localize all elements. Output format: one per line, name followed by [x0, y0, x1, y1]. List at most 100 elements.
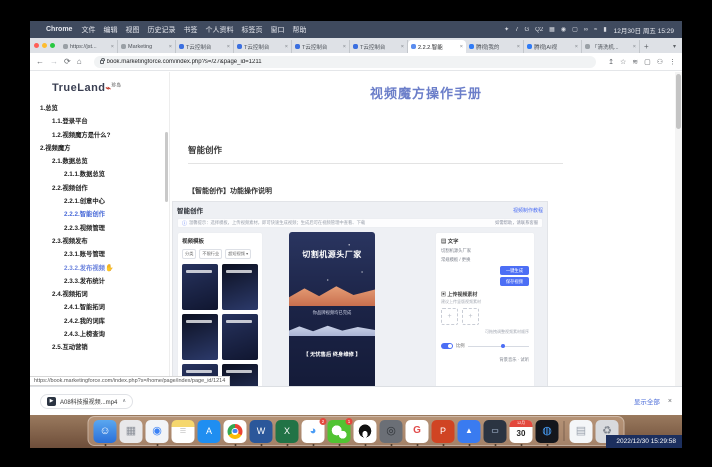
- toc-item[interactable]: 2.1.1.数据总览: [30, 168, 169, 181]
- toc-item[interactable]: 2.5.互动营销: [30, 341, 169, 354]
- finder-icon[interactable]: ☺: [94, 420, 117, 443]
- download-item[interactable]: ▶ A08科技报视频...mp4 ∧: [40, 394, 133, 409]
- browser-tab[interactable]: 腾视|我的×: [466, 40, 524, 53]
- assistant-icon[interactable]: ✦: [504, 26, 509, 33]
- calendar-icon[interactable]: 12月30: [510, 420, 533, 443]
- minimize-window-button[interactable]: [42, 43, 47, 48]
- grid-icon[interactable]: ▦: [549, 26, 555, 33]
- download-options-chevron-icon[interactable]: ∧: [122, 398, 126, 404]
- toc-item[interactable]: 2.3.视频发布: [30, 235, 169, 248]
- display-icon[interactable]: ▢: [572, 26, 578, 33]
- tab-close-icon[interactable]: ×: [517, 44, 520, 50]
- messages-icon[interactable]: ◕2: [302, 420, 325, 443]
- downloads-icon[interactable]: ▤: [570, 420, 593, 443]
- toc-item[interactable]: 1.1.登录平台: [30, 115, 169, 128]
- browser-tab[interactable]: 腾视|AI视×: [524, 40, 582, 53]
- menu-view[interactable]: 视图: [125, 25, 139, 35]
- toc-item[interactable]: 2.2.1.创意中心: [30, 195, 169, 208]
- browser-tab[interactable]: T云控制台×: [176, 40, 234, 53]
- tab-close-icon[interactable]: ×: [633, 44, 636, 50]
- launchpad-icon[interactable]: ▦: [120, 420, 143, 443]
- browser-tab-active[interactable]: 2.2.2.智能×: [408, 40, 466, 53]
- recorder-icon[interactable]: ◎: [380, 420, 403, 443]
- battery-icon[interactable]: ▮: [603, 26, 606, 33]
- word-icon[interactable]: W: [250, 420, 273, 443]
- page-scrollbar[interactable]: [675, 72, 682, 403]
- screenshare-app-icon[interactable]: ▭: [484, 420, 507, 443]
- notes-icon[interactable]: ≡: [172, 420, 195, 443]
- wifi-icon[interactable]: ≈: [594, 27, 597, 33]
- record-icon[interactable]: ◉: [561, 26, 566, 33]
- forward-button[interactable]: →: [50, 57, 58, 66]
- sidebar-scrollbar[interactable]: [165, 132, 168, 202]
- toc-item-current[interactable]: 2.2.2.智能创作: [30, 208, 169, 221]
- input-method-icon[interactable]: G: [524, 27, 529, 33]
- browser-tab[interactable]: T云控制台×: [350, 40, 408, 53]
- tab-close-icon[interactable]: ×: [227, 44, 230, 50]
- menu-edit[interactable]: 编辑: [103, 25, 117, 35]
- chrome-menu-icon[interactable]: ⋮: [669, 58, 676, 66]
- reload-button[interactable]: ⟳: [64, 57, 71, 66]
- toc-item[interactable]: 1.总览: [30, 102, 169, 115]
- chrome-icon[interactable]: [224, 420, 247, 443]
- close-window-button[interactable]: [34, 43, 39, 48]
- tab-close-icon[interactable]: ×: [575, 44, 578, 50]
- tab-close-icon[interactable]: ×: [285, 44, 288, 50]
- browser-tab[interactable]: Marketing×: [118, 40, 176, 53]
- tab-close-icon[interactable]: ×: [343, 44, 346, 50]
- active-app-menu[interactable]: Chrome: [46, 26, 72, 33]
- browser-tab[interactable]: https://jst...×: [60, 40, 118, 53]
- toc-item[interactable]: 2.2.3.视频管理: [30, 222, 169, 235]
- notification-badge[interactable]: 7: [515, 27, 518, 33]
- g-app-icon[interactable]: G: [406, 420, 429, 443]
- menu-profiles[interactable]: 个人资料: [205, 25, 233, 35]
- extensions-icon[interactable]: ≋: [632, 58, 638, 66]
- toc-item[interactable]: 2.3.1.账号管理: [30, 248, 169, 261]
- toc-item[interactable]: 2.4.2.我的词库: [30, 315, 169, 328]
- home-button[interactable]: ⌂: [77, 57, 82, 66]
- tab-close-icon[interactable]: ×: [460, 44, 463, 50]
- toc-item[interactable]: 1.2.视频魔方是什么?: [30, 129, 169, 142]
- toc-item[interactable]: 2.4.视频拓词: [30, 288, 169, 301]
- toc-item-hovered[interactable]: 2.3.2.发布视频✋: [30, 262, 169, 275]
- address-bar[interactable]: book.marketingforce.com/index.php?s=/27&…: [94, 56, 597, 68]
- qq-status-icon[interactable]: Q2: [535, 27, 543, 33]
- downloads-bar-close-icon[interactable]: ×: [668, 398, 672, 405]
- scrollbar-thumb[interactable]: [676, 74, 681, 129]
- wechat-icon[interactable]: 1: [328, 420, 351, 443]
- share-icon[interactable]: ↥: [608, 58, 614, 66]
- powerpoint-icon[interactable]: P: [432, 420, 455, 443]
- profile-avatar-icon[interactable]: ⚇: [657, 58, 663, 66]
- tab-close-icon[interactable]: ×: [111, 44, 114, 50]
- mountains-app-icon[interactable]: ▲: [458, 420, 481, 443]
- appstore-icon[interactable]: A: [198, 420, 221, 443]
- browser-tab[interactable]: T云控制台×: [234, 40, 292, 53]
- safari-icon[interactable]: ◉: [146, 420, 169, 443]
- toc-item[interactable]: 2.4.3.上榜查询: [30, 328, 169, 341]
- site-logo[interactable]: TrueLand⌁珍岛: [30, 76, 169, 102]
- menu-file[interactable]: 文件: [81, 25, 95, 35]
- toc-item[interactable]: 2.视频魔方: [30, 142, 169, 155]
- browser-tab[interactable]: T云控制台×: [292, 40, 350, 53]
- menu-bookmarks[interactable]: 书签: [183, 25, 197, 35]
- tab-close-icon[interactable]: ×: [401, 44, 404, 50]
- menu-window[interactable]: 窗口: [270, 25, 284, 35]
- bookmark-star-icon[interactable]: ☆: [620, 58, 626, 66]
- zoom-window-button[interactable]: [50, 43, 55, 48]
- back-button[interactable]: ←: [36, 57, 44, 66]
- menubar-clock[interactable]: 12月30日 周五 15:29: [614, 25, 674, 35]
- dark-app-icon[interactable]: ◍: [536, 420, 559, 443]
- new-tab-button[interactable]: +: [644, 42, 649, 51]
- menu-tabs[interactable]: 标签页: [241, 25, 262, 35]
- sidepanel-icon[interactable]: ▢: [644, 58, 651, 66]
- qq-icon[interactable]: [354, 420, 377, 443]
- toc-item[interactable]: 2.2.视频创作: [30, 182, 169, 195]
- link-icon[interactable]: ∞: [584, 27, 588, 33]
- excel-icon[interactable]: X: [276, 420, 299, 443]
- toc-item[interactable]: 2.1.数据总览: [30, 155, 169, 168]
- menu-help[interactable]: 帮助: [292, 25, 306, 35]
- tab-search-chevron-icon[interactable]: ▾: [673, 43, 676, 50]
- show-all-downloads-link[interactable]: 显示全部: [634, 396, 660, 406]
- menu-history[interactable]: 历史记录: [147, 25, 175, 35]
- browser-tab[interactable]: 「清洗机...×: [582, 40, 640, 53]
